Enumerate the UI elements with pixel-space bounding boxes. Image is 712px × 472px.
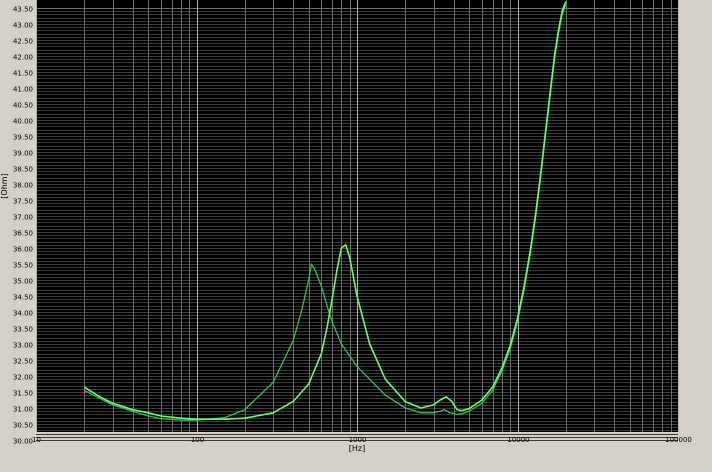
y-tick-label: 32.50 [13,358,33,366]
y-tick-label: 40.50 [13,102,33,110]
y-tick-label: 33.00 [13,342,33,350]
y-tick-label: 42.00 [13,54,33,62]
y-tick-label: 36.50 [13,230,33,238]
y-tick-label: 43.00 [13,22,33,30]
x-axis-label: [Hz] [349,444,365,453]
y-tick-label: 30.50 [13,422,33,430]
x-tick-label: 100 [191,436,204,444]
series-start-marker: + [81,389,87,397]
y-tick-label: 36.00 [13,246,33,254]
x-tick-label: 10 [32,436,41,444]
y-tick-label: 34.50 [13,294,33,302]
y-tick-label: 41.00 [13,86,33,94]
y-tick-label: 31.00 [13,406,33,414]
y-tick-label: 31.50 [13,390,33,398]
y-tick-label: 41.50 [13,70,33,78]
chart-svg: + 30.00 30.50 31.00 31.50 32.00 32.50 33.00 33.… [0,0,712,468]
y-tick-label: 39.00 [13,150,33,158]
y-tick-label: 34.00 [13,310,33,318]
y-axis-label: [Ohm] [0,173,9,198]
y-tick-label: 32.00 [13,374,33,382]
y-tick-label: 38.00 [13,182,33,190]
y-tick-label: 30.00 [13,438,33,446]
y-tick-label: 35.50 [13,262,33,270]
impedance-chart: + 30.00 30.50 31.00 31.50 32.00 32.50 33.00 33.… [0,0,712,468]
y-tick-label: 40.00 [13,118,33,126]
x-tick-label: 10000 [507,436,529,444]
x-tick-label: 100000 [665,436,692,444]
y-tick-label: 38.50 [13,166,33,174]
y-tick-label: 39.50 [13,134,33,142]
y-tick-label: 33.50 [13,326,33,334]
y-tick-label: 37.00 [13,214,33,222]
x-tick-label: 1000 [349,436,367,444]
y-tick-label: 43.50 [13,6,33,14]
y-tick-label: 37.50 [13,198,33,206]
y-tick-label: 42.50 [13,38,33,46]
y-tick-label: 35.00 [13,278,33,286]
